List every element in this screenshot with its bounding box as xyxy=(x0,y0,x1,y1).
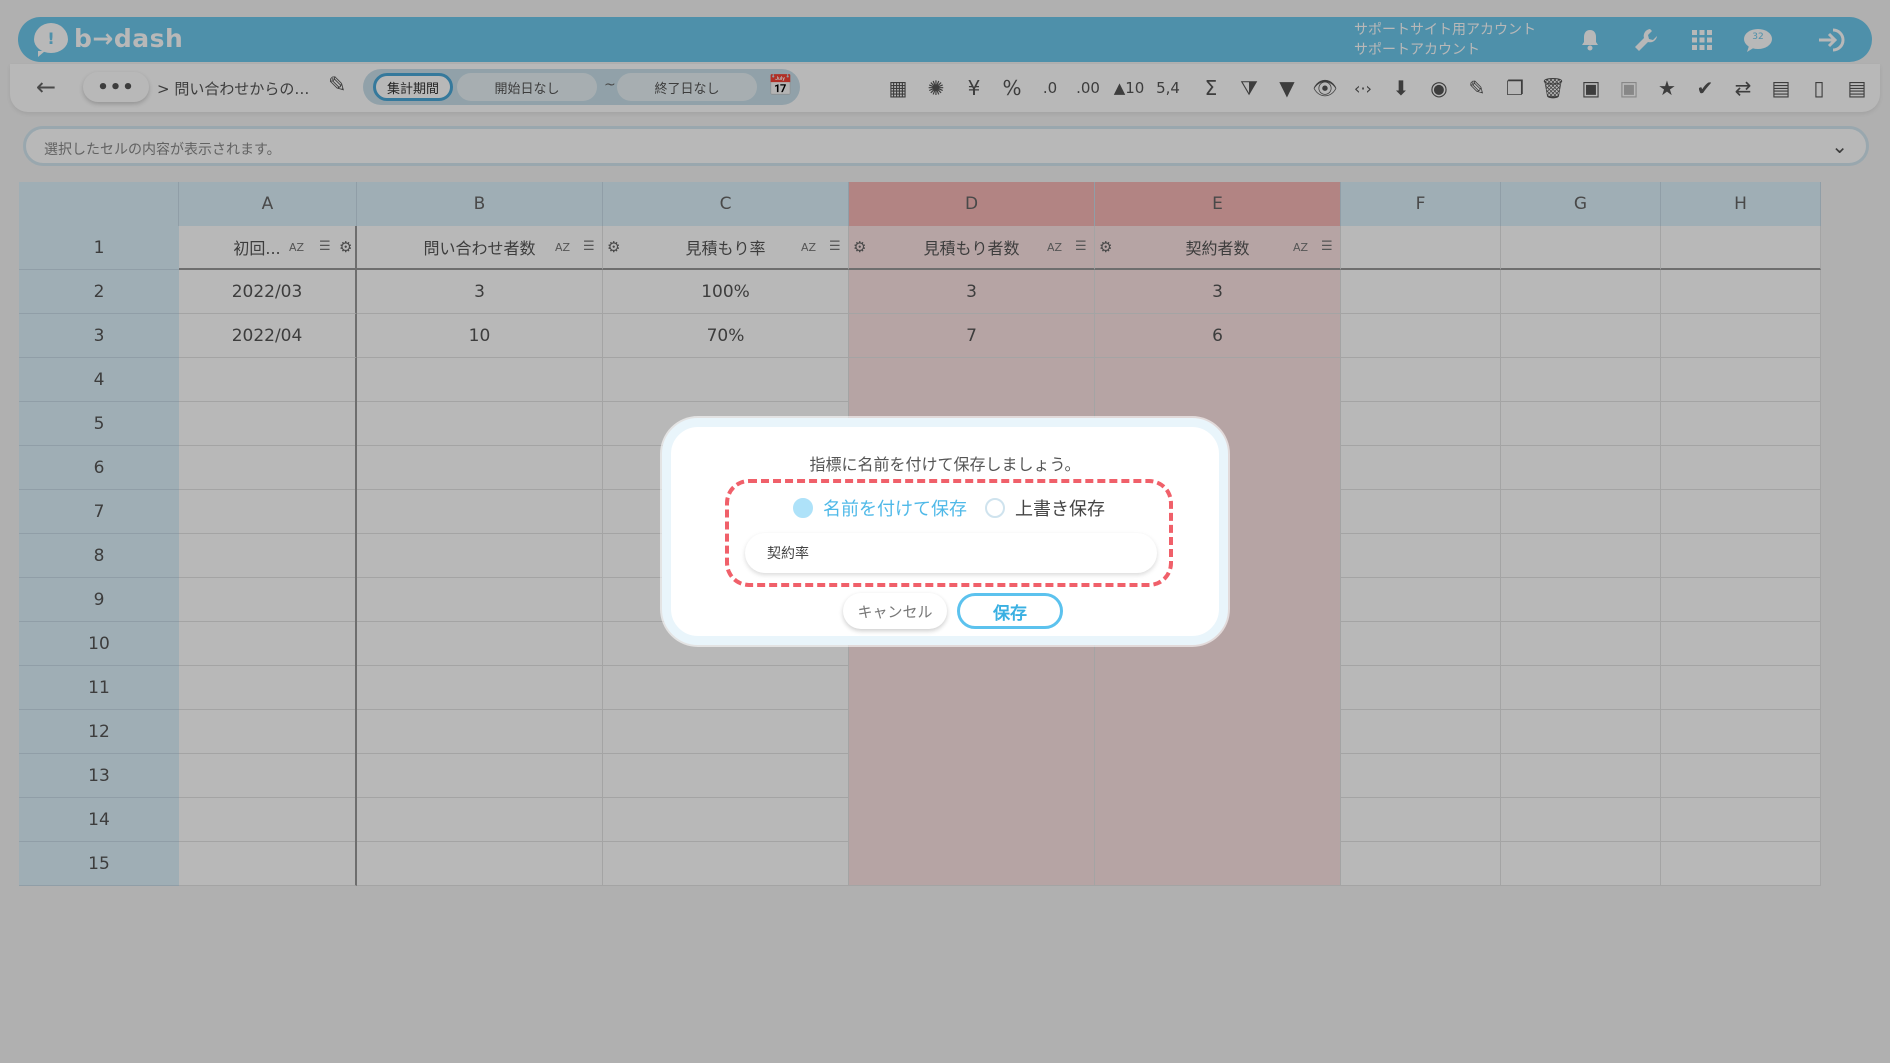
save-metric-dialog: 指標に名前を付けて保存しましょう。 名前を付けて保存 上書き保存 キャンセル 保… xyxy=(662,418,1228,645)
radio-dot-icon xyxy=(985,498,1005,518)
dialog-title: 指標に名前を付けて保存しましょう。 xyxy=(809,455,1081,474)
radio-save-as-new[interactable]: 名前を付けて保存 xyxy=(793,495,967,521)
metric-name-input[interactable] xyxy=(745,533,1157,573)
radio-label: 上書き保存 xyxy=(1015,499,1105,520)
radio-dot-icon xyxy=(793,498,813,518)
cancel-button[interactable]: キャンセル xyxy=(843,593,947,629)
radio-overwrite[interactable]: 上書き保存 xyxy=(985,495,1105,521)
radio-label: 名前を付けて保存 xyxy=(823,499,967,520)
save-mode-options: 名前を付けて保存 上書き保存 xyxy=(729,495,1169,521)
save-button[interactable]: 保存 xyxy=(957,593,1063,629)
highlight-box: 名前を付けて保存 上書き保存 xyxy=(725,479,1173,587)
